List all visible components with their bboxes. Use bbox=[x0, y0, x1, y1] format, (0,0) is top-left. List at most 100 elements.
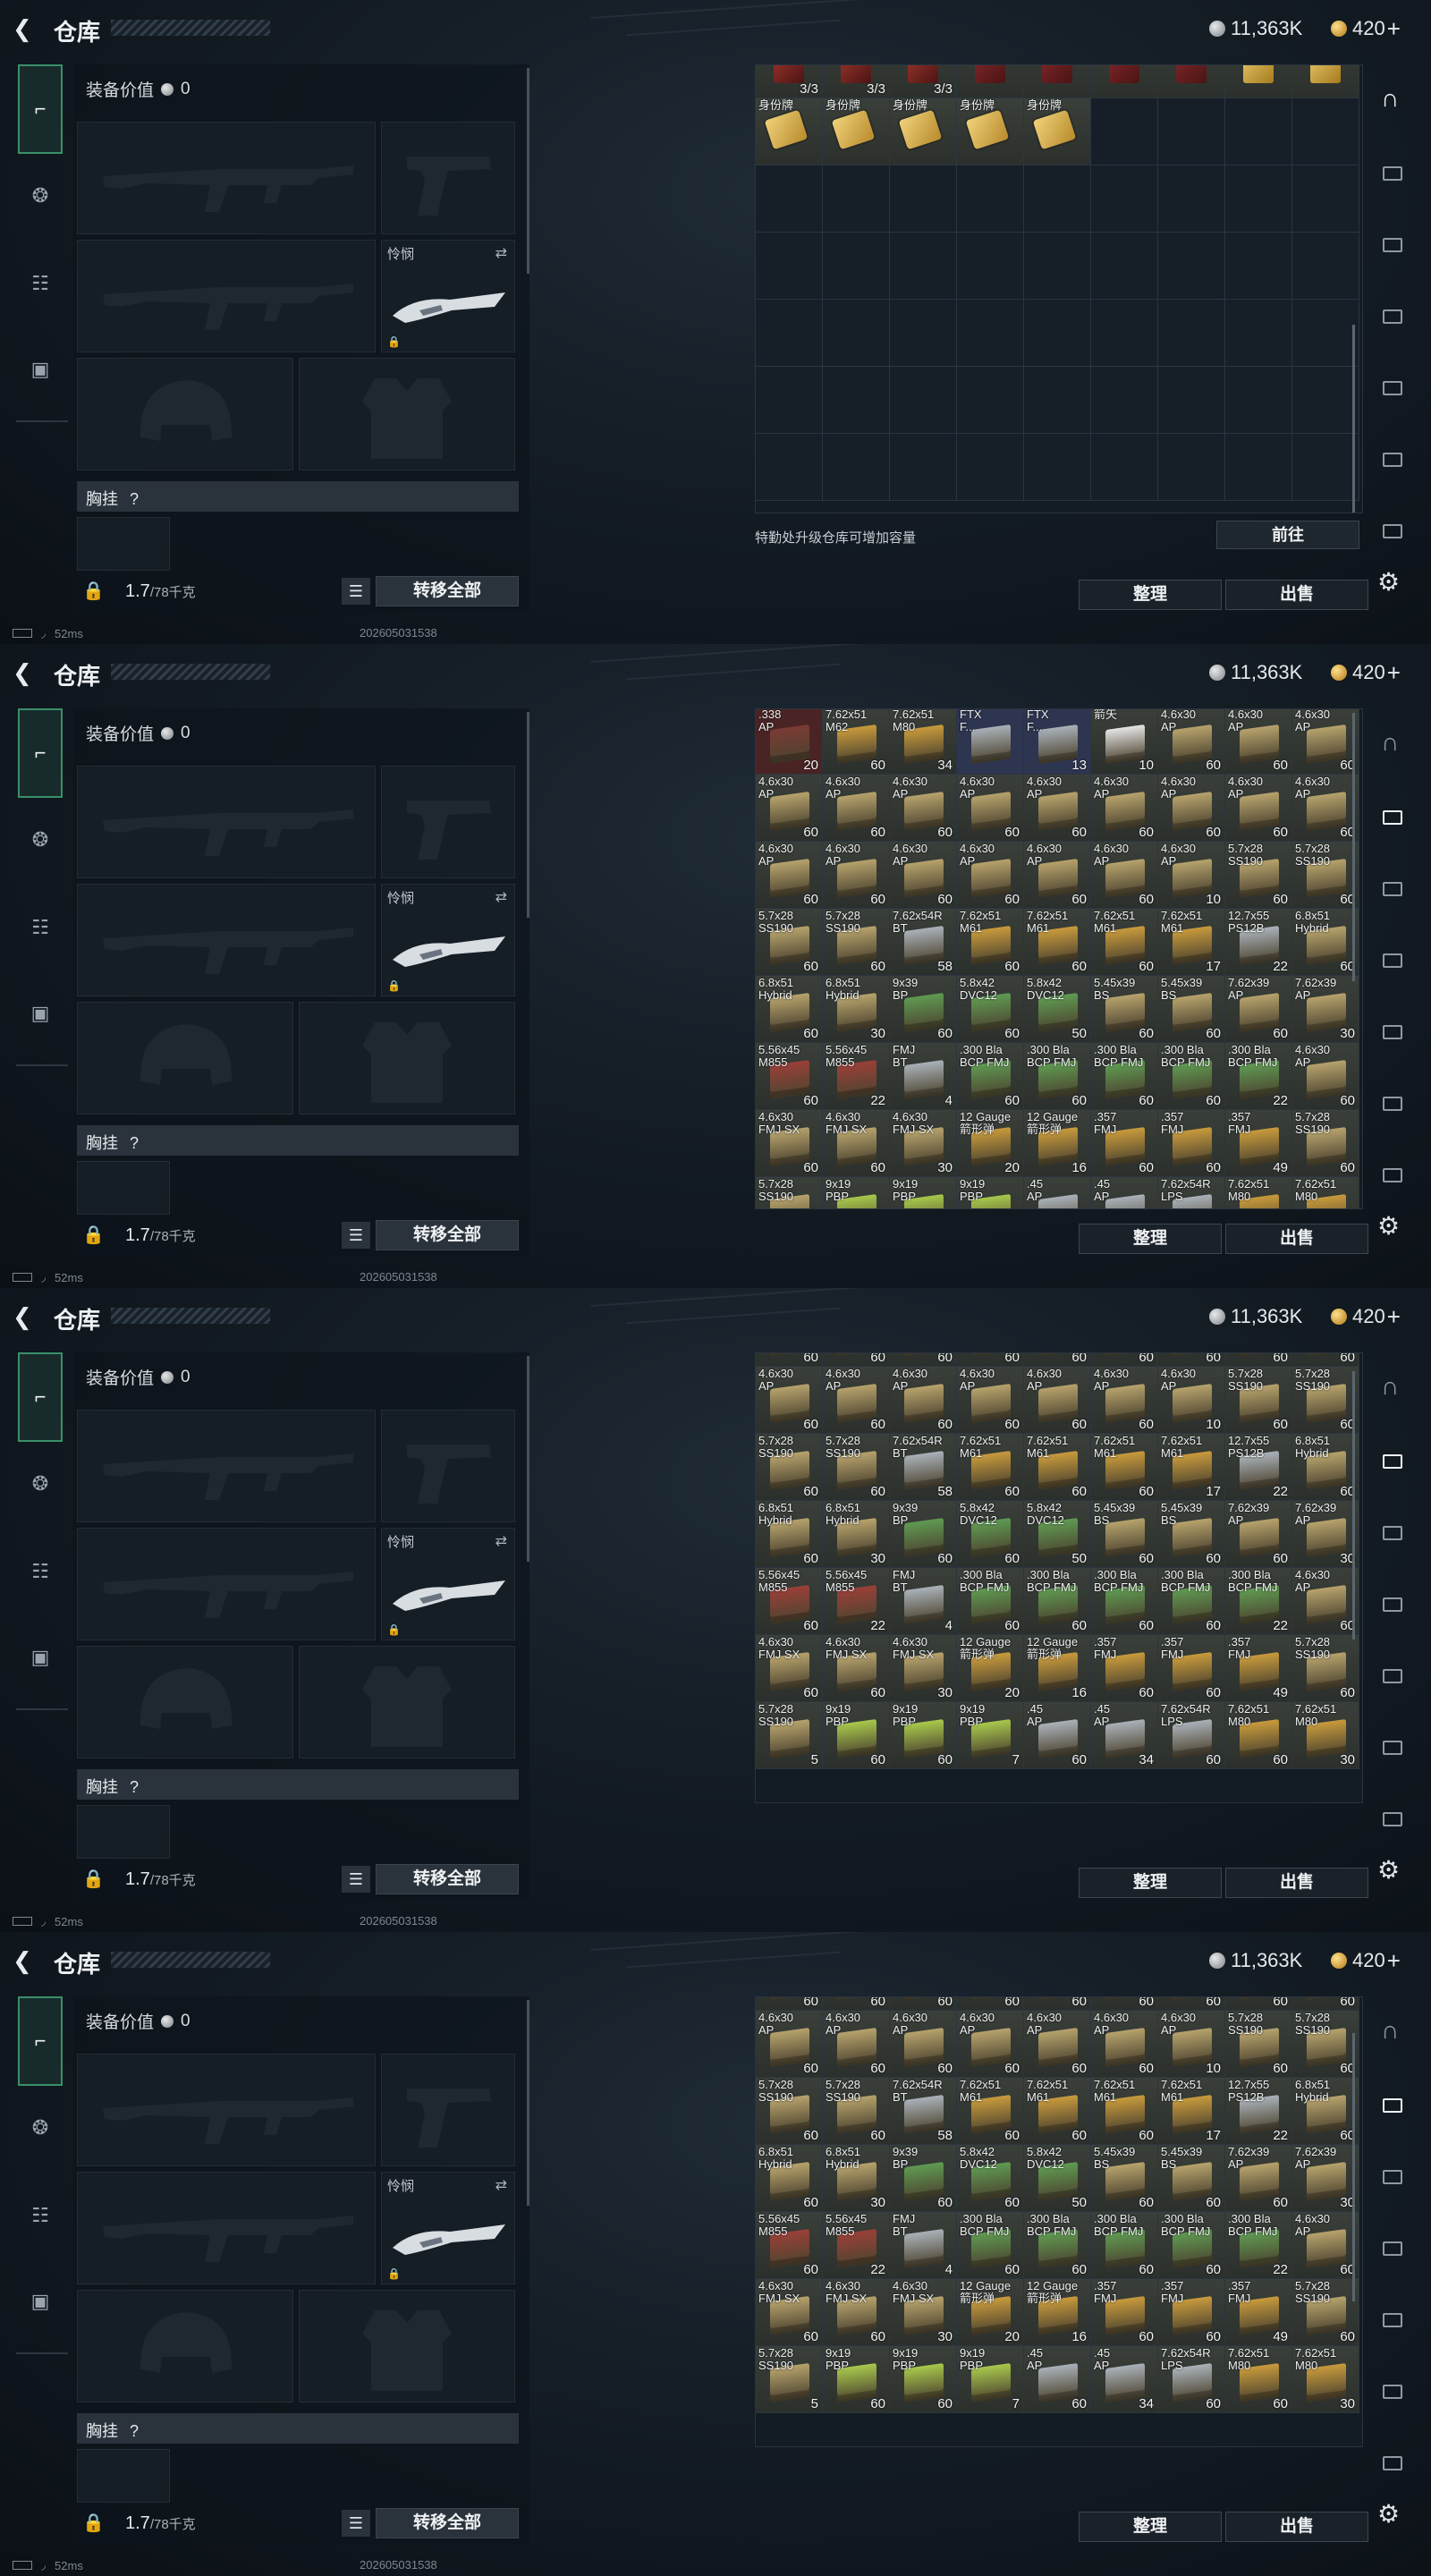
ammo-item[interactable]: 5.56x45 M855 22 bbox=[823, 2212, 890, 2279]
ammo-item[interactable]: .300 Bla BCP FMJ 60 bbox=[1091, 1043, 1158, 1110]
ammo-item[interactable]: 12 Gauge 箭形弹 16 bbox=[1024, 2279, 1091, 2346]
ammo-item[interactable]: 5.7x28 SS190 60 bbox=[1292, 2279, 1359, 2346]
primary-weapon-slot[interactable] bbox=[77, 122, 376, 234]
ammo-item[interactable]: 7.62x51 M80 60 bbox=[1225, 2346, 1292, 2413]
ammo-item[interactable]: .45 AP34 bbox=[1091, 1177, 1158, 1208]
ammo-item[interactable]: 7.62x51 M8030 bbox=[1292, 1702, 1359, 1769]
storage-tab-icon[interactable] bbox=[1376, 299, 1408, 331]
storage-tab-icon[interactable] bbox=[1376, 943, 1408, 975]
ammo-item[interactable]: 5.7x28 SS190 60 bbox=[1292, 2011, 1359, 2078]
ammo-item[interactable]: 4.6x30 AP60 bbox=[957, 1367, 1024, 1434]
ammo-item[interactable]: 9x19 PBP 7 bbox=[957, 1702, 1024, 1769]
empty-slot[interactable] bbox=[823, 367, 890, 434]
empty-slot[interactable] bbox=[823, 233, 890, 300]
storage-item[interactable] bbox=[957, 65, 1024, 98]
ammo-item[interactable]: 4.6x30 AP60 bbox=[823, 775, 890, 842]
storage-tab-icon[interactable] bbox=[1376, 1444, 1408, 1476]
storage-item[interactable]: 3/3 bbox=[756, 65, 823, 98]
empty-slot[interactable] bbox=[1158, 434, 1225, 501]
empty-slot[interactable] bbox=[957, 434, 1024, 501]
ammo-item[interactable]: 4.6x30 AP60 bbox=[1225, 1353, 1292, 1367]
ammo-item[interactable]: 4.6x30 AP60 bbox=[957, 842, 1024, 909]
ammo-item[interactable]: 4.6x30 AP60 bbox=[1225, 1997, 1292, 2011]
ammo-item[interactable]: 9x19 PBP 60 bbox=[823, 1702, 890, 1769]
empty-slot[interactable] bbox=[756, 165, 823, 233]
ammo-item[interactable]: 7.62x39 AP 60 bbox=[1225, 2145, 1292, 2212]
back-arrow-icon[interactable]: ❮ bbox=[13, 16, 38, 41]
ammo-item[interactable]: 4.6x30 AP60 bbox=[1292, 1568, 1359, 1635]
storage-item[interactable]: 3/3 bbox=[890, 65, 957, 98]
ammo-item[interactable]: 5.7x28 SS190 60 bbox=[1225, 1367, 1292, 1434]
storage-tab-icon[interactable] bbox=[1376, 2445, 1408, 2478]
empty-slot[interactable] bbox=[1292, 165, 1359, 233]
storage-tab-icon[interactable] bbox=[1376, 2088, 1408, 2120]
ammo-item[interactable]: 9x19 PBP 60 bbox=[890, 2346, 957, 2413]
list-icon[interactable]: ☰ bbox=[342, 1866, 370, 1893]
empty-slot[interactable] bbox=[890, 367, 957, 434]
swap-icon[interactable]: ⇄ bbox=[495, 2176, 507, 2194]
ammo-item[interactable]: 4.6x30 AP60 bbox=[1292, 1353, 1359, 1367]
briefcase-icon[interactable]: ▣ bbox=[20, 1637, 61, 1678]
ammo-item[interactable]: .338 AP 20 bbox=[756, 709, 823, 775]
ammo-item[interactable]: 5.8x42 DVC12 60 bbox=[957, 1501, 1024, 1568]
ammo-item[interactable]: 6.8x51 Hybrid 30 bbox=[823, 1501, 890, 1568]
back-arrow-icon[interactable]: ❮ bbox=[13, 660, 38, 685]
sell-button[interactable]: 出售 bbox=[1225, 580, 1368, 610]
storage-grid-viewport[interactable]: 3/3 3/3 3/3 身份牌 身份牌 身份牌 身份牌 身份牌 bbox=[755, 64, 1363, 513]
empty-slot[interactable] bbox=[1292, 434, 1359, 501]
ammo-item[interactable]: 4.6x30 AP60 bbox=[1024, 842, 1091, 909]
empty-slot[interactable] bbox=[957, 367, 1024, 434]
empty-slot[interactable] bbox=[1024, 434, 1091, 501]
ammo-item[interactable]: .357 FMJ 60 bbox=[1091, 2279, 1158, 2346]
equipment-scrollbar[interactable] bbox=[527, 1356, 529, 1562]
storage-arch-icon[interactable]: ∩ bbox=[1376, 2016, 1408, 2048]
secondary-weapon-slot[interactable] bbox=[77, 2172, 376, 2284]
ammo-item[interactable]: 7.62x51 M8030 bbox=[1292, 1177, 1359, 1208]
sort-button[interactable]: 整理 bbox=[1079, 580, 1222, 610]
ammo-item[interactable]: 4.6x30 AP60 bbox=[890, 1997, 957, 2011]
ammo-item[interactable]: 7.62x51 M61 60 bbox=[957, 2078, 1024, 2145]
empty-slot[interactable] bbox=[1292, 98, 1359, 165]
ammo-item[interactable]: 7.62x51 M80 34 bbox=[890, 709, 957, 775]
storage-grid-viewport[interactable]: 4.6x30 AP604.6x30 AP604.6x30 AP604.6x30 … bbox=[755, 1352, 1363, 1803]
empty-slot[interactable] bbox=[1024, 367, 1091, 434]
ammo-item[interactable]: 7.62x51 M61 17 bbox=[1158, 909, 1225, 976]
storage-tab-icon[interactable] bbox=[1376, 156, 1408, 188]
storage-tab-icon[interactable] bbox=[1376, 370, 1408, 402]
ammo-item[interactable]: 5.7x28 SS190 60 bbox=[1225, 842, 1292, 909]
ammo-item[interactable]: 4.6x30 AP60 bbox=[1225, 775, 1292, 842]
storage-tab-icon[interactable] bbox=[1376, 1014, 1408, 1046]
ammo-item[interactable]: FTX F... 13 bbox=[1024, 709, 1091, 775]
transfer-all-button[interactable]: 转移全部 bbox=[376, 2508, 519, 2538]
armor-slot[interactable] bbox=[299, 1002, 515, 1114]
gold-plus-button[interactable]: + bbox=[1387, 1303, 1401, 1331]
helmet-icon[interactable]: ❂ bbox=[20, 1463, 61, 1504]
sell-button[interactable]: 出售 bbox=[1225, 2512, 1368, 2542]
gold-plus-button[interactable]: + bbox=[1387, 659, 1401, 687]
ammo-item[interactable]: 9x39 BP 60 bbox=[890, 1501, 957, 1568]
ammo-item[interactable]: 5.8x42 DVC12 50 bbox=[1024, 1501, 1091, 1568]
helmet-icon[interactable]: ❂ bbox=[20, 175, 61, 216]
empty-slot[interactable] bbox=[1292, 233, 1359, 300]
ammo-item[interactable]: 4.6x30 AP60 bbox=[823, 1997, 890, 2011]
sidearm-slot[interactable] bbox=[381, 1410, 515, 1522]
ammo-item[interactable]: .357 FMJ 60 bbox=[1158, 2279, 1225, 2346]
ammo-item[interactable]: 7.62x54R LPS 60 bbox=[1158, 2346, 1225, 2413]
ammo-item[interactable]: 4.6x30 FMJ SX 60 bbox=[756, 1110, 823, 1177]
empty-slot[interactable] bbox=[1091, 165, 1158, 233]
ammo-item[interactable]: 5.7x28 SS190 60 bbox=[1292, 1635, 1359, 1702]
ammo-item[interactable]: 4.6x30 AP60 bbox=[756, 1997, 823, 2011]
vest-icon[interactable]: ☷ bbox=[20, 1551, 61, 1592]
swap-icon[interactable]: ⇄ bbox=[495, 244, 507, 262]
ammo-item[interactable]: 7.62x51 M8030 bbox=[1292, 2346, 1359, 2413]
ammo-item[interactable]: 6.8x51 Hybrid 60 bbox=[756, 2145, 823, 2212]
ammo-item[interactable]: 7.62x51 M61 60 bbox=[1024, 909, 1091, 976]
ammo-item[interactable]: 5.8x42 DVC12 60 bbox=[957, 2145, 1024, 2212]
ammo-item[interactable]: 7.62x51 M61 60 bbox=[957, 909, 1024, 976]
chest-rig-help-icon[interactable]: ? bbox=[130, 490, 139, 508]
chest-rig-slot[interactable] bbox=[77, 1805, 170, 1859]
gold-plus-button[interactable]: + bbox=[1387, 1947, 1401, 1975]
melee-slot[interactable]: 怜悯 ⇄ 🔒 bbox=[381, 240, 515, 352]
storage-tab-icon[interactable] bbox=[1376, 2374, 1408, 2406]
ammo-item[interactable]: .357 FMJ 60 bbox=[1158, 1635, 1225, 1702]
